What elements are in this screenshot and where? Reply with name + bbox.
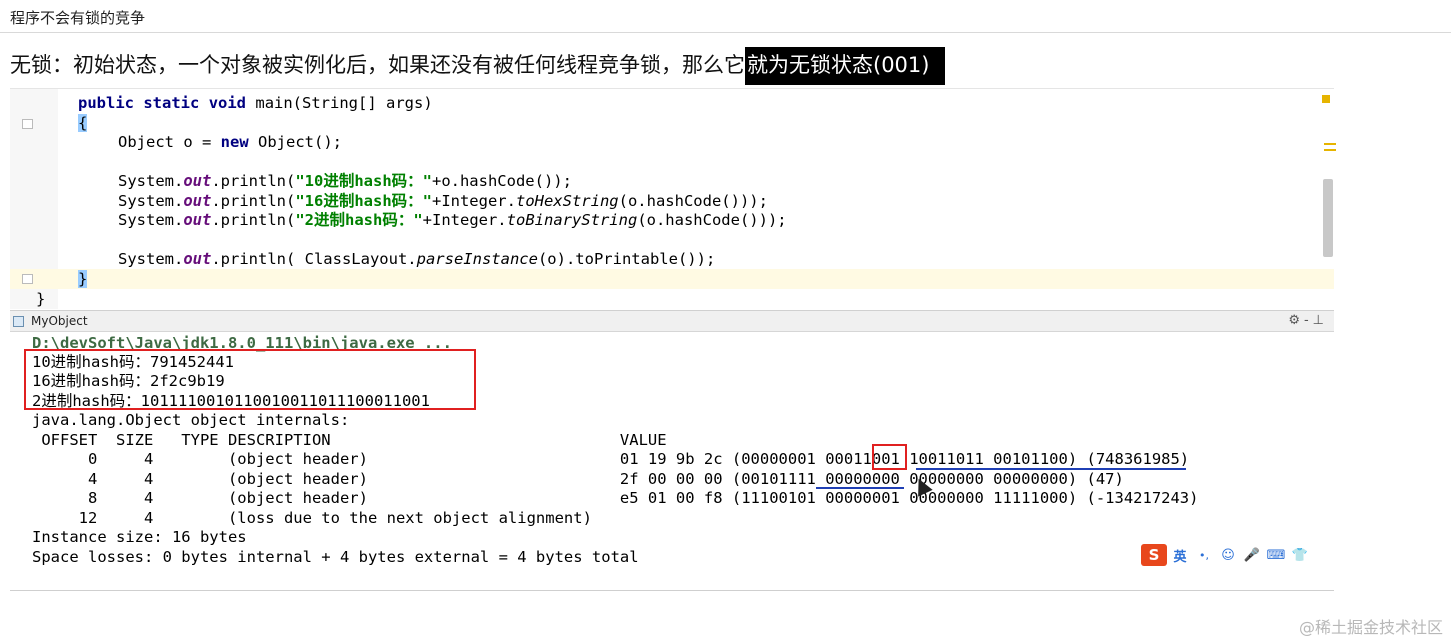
skin-icon[interactable]: 👕: [1289, 548, 1311, 563]
console-line: Instance size: 16 bytes: [32, 528, 247, 546]
lock-bits-annotation-box: [872, 444, 907, 470]
console-line: 12 4 (loss due to the next object alignm…: [32, 509, 592, 527]
console-line: 0 4 (object header) 01 19 9b 2c (0000000…: [32, 450, 1190, 468]
emoji-icon[interactable]: ☺: [1217, 548, 1239, 563]
run-tool-window-header: MyObject ⚙-⊥: [10, 310, 1334, 332]
intro-highlight: 就为无锁状态(001): [745, 47, 946, 85]
page-header: 程序不会有锁的竞争: [0, 0, 1451, 33]
editor-scrollbar-thumb[interactable]: [1323, 179, 1333, 257]
code-line-5: System.out.println("16进制hash码："+Integer.…: [118, 192, 768, 210]
language-toggle[interactable]: 英: [1169, 546, 1191, 565]
caret-line-highlight: [10, 269, 1334, 289]
watermark: @稀土掘金技术社区: [1298, 618, 1443, 637]
keyboard-icon[interactable]: ⌨: [1265, 548, 1287, 563]
fold-marker-icon[interactable]: [22, 274, 33, 284]
console-line: Space losses: 0 bytes internal + 4 bytes…: [32, 548, 639, 566]
run-tab-label[interactable]: MyObject: [31, 314, 88, 328]
warning-marker-icon[interactable]: [1322, 95, 1330, 103]
code-editor[interactable]: public static void main(String[] args) {…: [10, 88, 1336, 309]
run-tab-icon: [13, 316, 24, 327]
code-line-4: System.out.println("10进制hash码："+o.hashCo…: [118, 172, 572, 190]
console-line: OFFSET SIZE TYPE DESCRIPTION VALUE: [32, 431, 667, 449]
hash-bits-underline: [916, 468, 1186, 470]
code-line-3: Object o = new Object();: [118, 133, 342, 151]
code-line-1: public static void main(String[] args): [78, 94, 433, 112]
punctuation-icon[interactable]: •,: [1193, 549, 1215, 562]
settings-gear-icon[interactable]: ⚙-⊥: [1288, 313, 1328, 328]
scroll-marker[interactable]: [1324, 149, 1336, 151]
page-title: 程序不会有锁的竞争: [10, 9, 146, 27]
code-line-6: System.out.println("2进制hash码："+Integer.t…: [118, 211, 787, 229]
sogou-logo-icon[interactable]: S: [1141, 544, 1167, 566]
code-line-8: }: [78, 269, 88, 289]
console-line: 4 4 (object header) 2f 00 00 00 (0010111…: [32, 470, 1124, 488]
fold-marker-icon[interactable]: [22, 119, 33, 129]
intro-text: 无锁：初始状态，一个对象被实例化后，如果还没有被任何线程竞争锁，那么它就为无锁状…: [10, 47, 946, 85]
code-line-2: {: [78, 113, 88, 133]
close-brace: }: [78, 270, 88, 288]
input-method-toolbar[interactable]: S 英 •, ☺ 🎤 ⌨ 👕: [1141, 543, 1330, 567]
console-line: java.lang.Object object internals:: [32, 411, 350, 429]
console-output[interactable]: D:\devSoft\Java\jdk1.8.0_111\bin\java.ex…: [10, 333, 1334, 591]
scroll-marker[interactable]: [1324, 143, 1336, 145]
microphone-icon[interactable]: 🎤: [1241, 548, 1263, 563]
hash-annotation-box: [24, 349, 476, 410]
code-line-9: }: [36, 290, 46, 308]
open-brace: {: [78, 114, 88, 132]
console-line: 8 4 (object header) e5 01 00 f8 (1110010…: [32, 489, 1199, 507]
hash-bits-underline: [816, 487, 904, 489]
code-line-7: System.out.println( ClassLayout.parseIns…: [118, 250, 716, 268]
intro-sentence: 无锁：初始状态，一个对象被实例化后，如果还没有被任何线程竞争锁，那么它: [10, 53, 745, 77]
